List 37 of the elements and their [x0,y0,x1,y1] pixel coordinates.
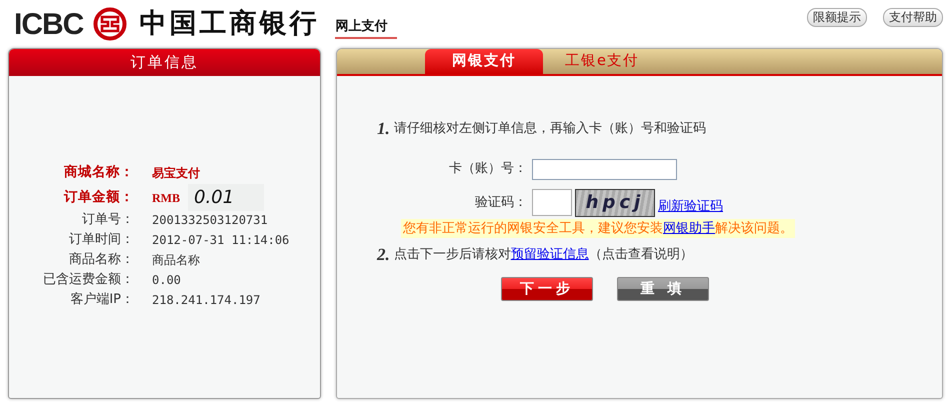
currency-label: RMB [152,190,180,206]
field-label: 订单金额： [62,188,134,208]
next-button[interactable]: 下一步 [501,276,593,300]
warning-message: 您有非正常运行的网银安全工具，建议您安装网银助手解决该问题。 [401,218,795,238]
brand-logo: ICBC [14,6,84,42]
panel-header: 订单信息 [9,49,320,76]
help-button[interactable]: 支付帮助 [883,8,943,27]
field-label: 已含运费金额： [42,271,134,290]
card-number-field[interactable] [532,158,677,180]
refresh-captcha-link[interactable]: 刷新验证码 [658,197,723,216]
field-value: 商品名称 [152,252,200,269]
field-label: 商城名称： [63,163,134,182]
field-value: 易宝支付 [152,164,200,182]
field-value: 2001332503120731 [152,212,268,229]
field-label: 卡（账）号： [448,160,527,178]
field-label: 客户端IP： [69,291,134,310]
step-number: 1. [377,118,390,140]
captcha-image: hpcj [575,188,655,216]
field-value: 2012-07-31 11:14:06 [152,232,290,249]
field-label: 订单号： [81,211,134,230]
payment-tab[interactable]: 网银支付 [425,49,543,74]
field-label: 商品名称： [68,251,134,270]
service-title: 网上支付 [335,18,388,34]
step-text: 点击下一步后请核对预留验证信息（点击查看说明） [394,246,693,264]
step-text: 请仔细核对左侧订单信息，再输入卡（账）号和验证码 [394,120,706,138]
helper-link[interactable]: 网银助手 [663,220,715,236]
bank-logo-icon [93,7,128,41]
help-button[interactable]: 限额提示 [807,8,867,27]
bank-name: 中国工商银行 [139,6,320,41]
field-value: 218.241.174.197 [152,292,260,309]
step-number: 2. [377,244,390,266]
captcha-field[interactable] [532,189,572,216]
amount-value: 0.01 [188,184,264,211]
field-value: 0.00 [152,272,181,289]
field-label: 验证码： [474,194,527,212]
verification-info-link[interactable]: 预留验证信息 [510,247,589,262]
field-label: 订单时间： [68,231,134,250]
